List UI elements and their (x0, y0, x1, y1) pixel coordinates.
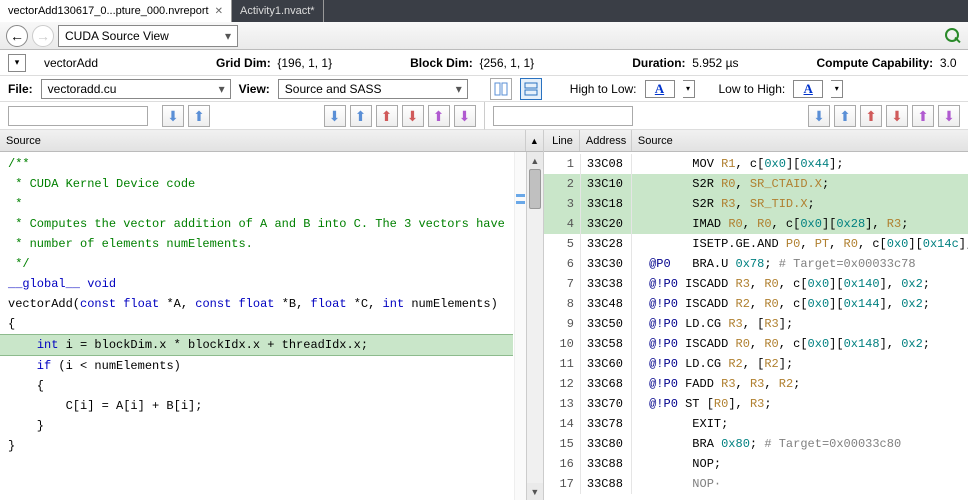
magnifier-icon[interactable] (944, 27, 962, 45)
nav-down-1[interactable]: ⬇ (324, 105, 346, 127)
htl-dropdown[interactable]: ▾ (683, 80, 695, 98)
nav-down-purple-r[interactable]: ⬇ (938, 105, 960, 127)
cc-value: 3.0 (940, 56, 957, 70)
duration-value: 5.952 µs (692, 56, 738, 70)
col-source[interactable]: Source (0, 130, 526, 151)
tab-label: Activity1.nvact* (240, 5, 315, 17)
block-dim-value: {256, 1, 1} (479, 56, 534, 70)
sass-code[interactable]: 133C08 MOV R1, c[0x0][0x44];233C10 S2R R… (544, 152, 968, 500)
source-code[interactable]: /** * CUDA Kernel Device code * * Comput… (0, 152, 543, 500)
toolbar: ← → CUDA Source View (0, 22, 968, 50)
col-source[interactable]: Source (632, 130, 968, 151)
col-address[interactable]: Address (580, 130, 632, 151)
col-line[interactable]: Line (544, 130, 580, 151)
lth-color-picker[interactable]: A (793, 80, 823, 98)
htl-color-picker[interactable]: A (645, 80, 675, 98)
source-pane: Source ▲ /** * CUDA Kernel Device code *… (0, 130, 544, 500)
nav-down-1r[interactable]: ⬇ (808, 105, 830, 127)
tabbar: vectorAdd130617_0...pture_000.nvreport ✕… (0, 0, 968, 22)
close-icon[interactable]: ✕ (215, 6, 223, 17)
filter-bar: File: vectoradd.cu View: Source and SASS… (0, 76, 968, 102)
left-arrow-bar: ⬇ ⬆ ⬇ ⬆ ⬆ ⬇ ⬆ ⬇ (0, 102, 485, 130)
source-minimap[interactable]: - (514, 152, 526, 500)
tab-label: vectorAdd130617_0...pture_000.nvreport (8, 5, 209, 17)
nav-down-purple[interactable]: ⬇ (454, 105, 476, 127)
nav-up-1r[interactable]: ⬆ (834, 105, 856, 127)
right-arrow-bar: ⬇ ⬆ ⬆ ⬇ ⬆ ⬇ (485, 102, 968, 130)
view-select[interactable]: Source and SASS (278, 79, 468, 99)
nav-up-red[interactable]: ⬆ (376, 105, 398, 127)
grid-dim-label: Grid Dim: (216, 56, 271, 70)
info-bar: ▾ vectorAdd Grid Dim: {196, 1, 1} Block … (0, 50, 968, 76)
left-search-input[interactable] (8, 106, 148, 126)
layout-rows-button[interactable] (520, 78, 542, 100)
nav-up-blue[interactable]: ⬆ (188, 105, 210, 127)
tab-report[interactable]: vectorAdd130617_0...pture_000.nvreport ✕ (0, 0, 232, 22)
nav-down-red[interactable]: ⬇ (402, 105, 424, 127)
right-search-input[interactable] (493, 106, 633, 126)
block-dim-label: Block Dim: (410, 56, 473, 70)
sass-pane: Line Address Source ▲ 133C08 MOV R1, c[0… (544, 130, 968, 500)
nav-up-red-r[interactable]: ⬆ (860, 105, 882, 127)
grid-dim-value: {196, 1, 1} (277, 56, 332, 70)
nav-up-1[interactable]: ⬆ (350, 105, 372, 127)
nav-down-red-r[interactable]: ⬇ (886, 105, 908, 127)
forward-button: → (32, 25, 54, 47)
source-pane-header: Source ▲ (0, 130, 543, 152)
file-label: File: (8, 82, 33, 96)
kernel-dropdown[interactable]: ▾ (8, 54, 26, 72)
kernel-name: vectorAdd (44, 56, 98, 70)
panes: Source ▲ /** * CUDA Kernel Device code *… (0, 130, 968, 500)
tab-activity[interactable]: Activity1.nvact* (232, 0, 324, 22)
layout-columns-button[interactable] (490, 78, 512, 100)
cc-label: Compute Capability: (816, 56, 933, 70)
file-select[interactable]: vectoradd.cu (41, 79, 231, 99)
source-scrollbar[interactable]: ▲ ▼ (526, 152, 543, 500)
lth-dropdown[interactable]: ▾ (831, 80, 843, 98)
lth-label: Low to High: (719, 82, 786, 96)
nav-up-purple[interactable]: ⬆ (428, 105, 450, 127)
nav-down-blue[interactable]: ⬇ (162, 105, 184, 127)
view-label: View: (239, 82, 270, 96)
view-combo[interactable]: CUDA Source View (58, 25, 238, 47)
duration-label: Duration: (632, 56, 685, 70)
back-button[interactable]: ← (6, 25, 28, 47)
sass-pane-header: Line Address Source ▲ (544, 130, 968, 152)
nav-up-purple-r[interactable]: ⬆ (912, 105, 934, 127)
htl-label: High to Low: (570, 82, 637, 96)
